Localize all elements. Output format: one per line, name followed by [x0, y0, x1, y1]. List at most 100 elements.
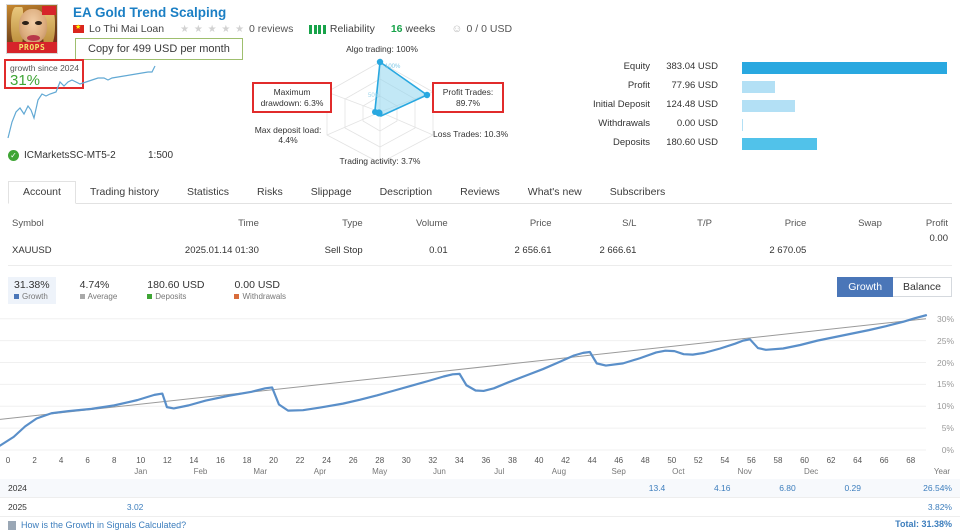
stat-value: 180.60 USD — [656, 136, 718, 150]
stat-bar-fill — [742, 100, 795, 112]
col-profit[interactable]: Profit 0.00 — [886, 212, 952, 235]
page-title[interactable]: EA Gold Trend Scalping — [73, 5, 226, 20]
radar-chart: 100% 50% Algo trading: 100% Profit Trade… — [255, 50, 505, 170]
growth-chart[interactable] — [0, 302, 960, 454]
col-time[interactable]: Time — [131, 212, 263, 235]
max-deposit-load-line2: 4.4% — [278, 135, 297, 145]
x-axis-tick: 22 — [296, 456, 305, 465]
col-sl[interactable]: S/L — [555, 212, 640, 235]
account-stats: Equity 383.04 USD Profit 77.96 USD Initi… — [560, 60, 960, 155]
verified-check-icon: ✓ — [8, 150, 19, 161]
table-row[interactable]: XAUUSD 2025.01.14 01:30 Sell Stop 0.01 2… — [8, 235, 952, 266]
copy-subscribe-button[interactable]: Copy for 499 USD per month — [75, 38, 243, 60]
weeks-value: 16 — [391, 23, 403, 35]
avatar: PROPS FIRM — [6, 4, 58, 54]
x-axis-tick: 14 — [189, 456, 198, 465]
open-trades-table: Symbol Time Type Volume Price S/L T/P Pr… — [8, 212, 952, 266]
x-axis-tick: 24 — [322, 456, 331, 465]
tab-statistics[interactable]: Statistics — [173, 182, 243, 203]
col-price-current[interactable]: Price — [716, 212, 810, 235]
signal-meta-row: Lo Thi Mai Loan ★ ★ ★ ★ ★ 0 reviews Reli… — [73, 22, 512, 36]
x-axis-tick: 16 — [216, 456, 225, 465]
x-axis-tick: 8 — [112, 456, 116, 465]
radar-label-profit-trades: Profit Trades: 89.7% — [432, 82, 504, 113]
profit-subtotal: 0.00 — [930, 233, 949, 244]
x-axis-tick: 20 — [269, 456, 278, 465]
stat-row: Profit 77.96 USD — [560, 79, 960, 98]
chart-x-axis: 0246810121416182022242628303234363840424… — [0, 456, 960, 478]
legend-item-deposits[interactable]: 180.60 USD Deposits — [141, 277, 210, 304]
reviews-count[interactable]: 0 reviews — [249, 23, 293, 35]
radar-label-loss-trades: Loss Trades: 10.3% — [433, 129, 513, 139]
stat-bar-track — [742, 100, 795, 112]
legend-value: 4.74% — [80, 279, 118, 291]
broker-account-row[interactable]: ✓ ICMarketsSC-MT5-2 — [8, 150, 116, 161]
legend-item-withdrawals[interactable]: 0.00 USD Withdrawals — [228, 277, 292, 304]
cell-price-current: 2 670.05 — [716, 235, 810, 266]
growth-chart-svg — [0, 302, 960, 454]
toggle-growth[interactable]: Growth — [837, 277, 893, 297]
weeks-unit: weeks — [406, 23, 436, 35]
month-value-sep: 13.4 — [624, 479, 689, 498]
col-swap[interactable]: Swap — [810, 212, 886, 235]
year-label: 2024 — [0, 479, 103, 498]
col-volume[interactable]: Volume — [367, 212, 452, 235]
growth-sparkline — [0, 60, 180, 142]
max-drawdown-line2: drawdown: 6.3% — [261, 98, 324, 108]
tab-trading-history[interactable]: Trading history — [76, 182, 173, 203]
y-axis-tick: 0% — [942, 445, 954, 455]
cell-price-open: 2 656.61 — [452, 235, 556, 266]
x-axis-tick: 30 — [402, 456, 411, 465]
radar-label-trading-activity: Trading activity: 3.7% — [310, 156, 450, 166]
reliability-bars-icon — [309, 25, 326, 34]
tab-whats-new[interactable]: What's new — [514, 182, 596, 203]
svg-text:50%: 50% — [368, 93, 381, 99]
x-axis-month-label: Sep — [612, 467, 626, 476]
stat-bar-track — [742, 62, 947, 74]
tab-description[interactable]: Description — [366, 182, 447, 203]
x-axis-month-label: Feb — [194, 467, 208, 476]
x-axis-month-label: Apr — [314, 467, 326, 476]
cell-sl: 2 666.61 — [555, 235, 640, 266]
year-label: 2025 — [0, 498, 103, 517]
section-tabs: Account Trading history Statistics Risks… — [8, 182, 952, 204]
y-axis-tick: 25% — [937, 336, 954, 346]
growth-help[interactable]: How is the Growth in Signals Calculated? — [8, 520, 186, 530]
tab-risks[interactable]: Risks — [243, 182, 297, 203]
col-tp[interactable]: T/P — [640, 212, 716, 235]
x-axis-tick: 42 — [561, 456, 570, 465]
profit-trades-line1: Profit Trades: — [443, 87, 494, 97]
x-axis-tick: 38 — [508, 456, 517, 465]
avatar-lips — [27, 35, 40, 41]
col-profit-label: Profit — [926, 218, 948, 229]
tab-reviews[interactable]: Reviews — [446, 182, 514, 203]
rating-stars-icon[interactable]: ★ ★ ★ ★ ★ — [180, 24, 245, 35]
avatar-eye-right — [35, 21, 42, 25]
toggle-balance[interactable]: Balance — [893, 277, 952, 297]
x-axis-month-label: Year — [934, 467, 950, 476]
stat-bar-track — [742, 81, 775, 93]
x-axis-tick: 28 — [375, 456, 384, 465]
legend-item-growth[interactable]: 31.38% Growth — [8, 277, 56, 304]
x-axis-tick: 50 — [667, 456, 676, 465]
col-symbol[interactable]: Symbol — [8, 212, 131, 235]
tab-subscribers[interactable]: Subscribers — [596, 182, 679, 203]
y-axis-tick: 15% — [937, 379, 954, 389]
legend-name: Average — [80, 292, 118, 301]
cell-time: 2025.01.14 01:30 — [131, 235, 263, 266]
growth-help-link[interactable]: How is the Growth in Signals Calculated? — [21, 520, 186, 530]
col-type[interactable]: Type — [263, 212, 367, 235]
legend-item-average[interactable]: 4.74% Average — [74, 277, 124, 304]
signal-page: PROPS FIRM EA Gold Trend Scalping Lo Thi… — [0, 0, 960, 532]
col-price-open[interactable]: Price — [452, 212, 556, 235]
x-axis-month-label: Mar — [253, 467, 267, 476]
tab-slippage[interactable]: Slippage — [297, 182, 366, 203]
tab-account[interactable]: Account — [8, 181, 76, 204]
table-header-row: Symbol Time Type Volume Price S/L T/P Pr… — [8, 212, 952, 235]
x-axis-month-label: Dec — [804, 467, 818, 476]
stat-value: 77.96 USD — [656, 79, 718, 93]
x-axis-month-label: Nov — [738, 467, 752, 476]
x-axis-month-label: Jul — [494, 467, 504, 476]
month-value-dec: 0.29 — [820, 479, 885, 498]
author-link[interactable]: Lo Thi Mai Loan — [89, 23, 164, 35]
